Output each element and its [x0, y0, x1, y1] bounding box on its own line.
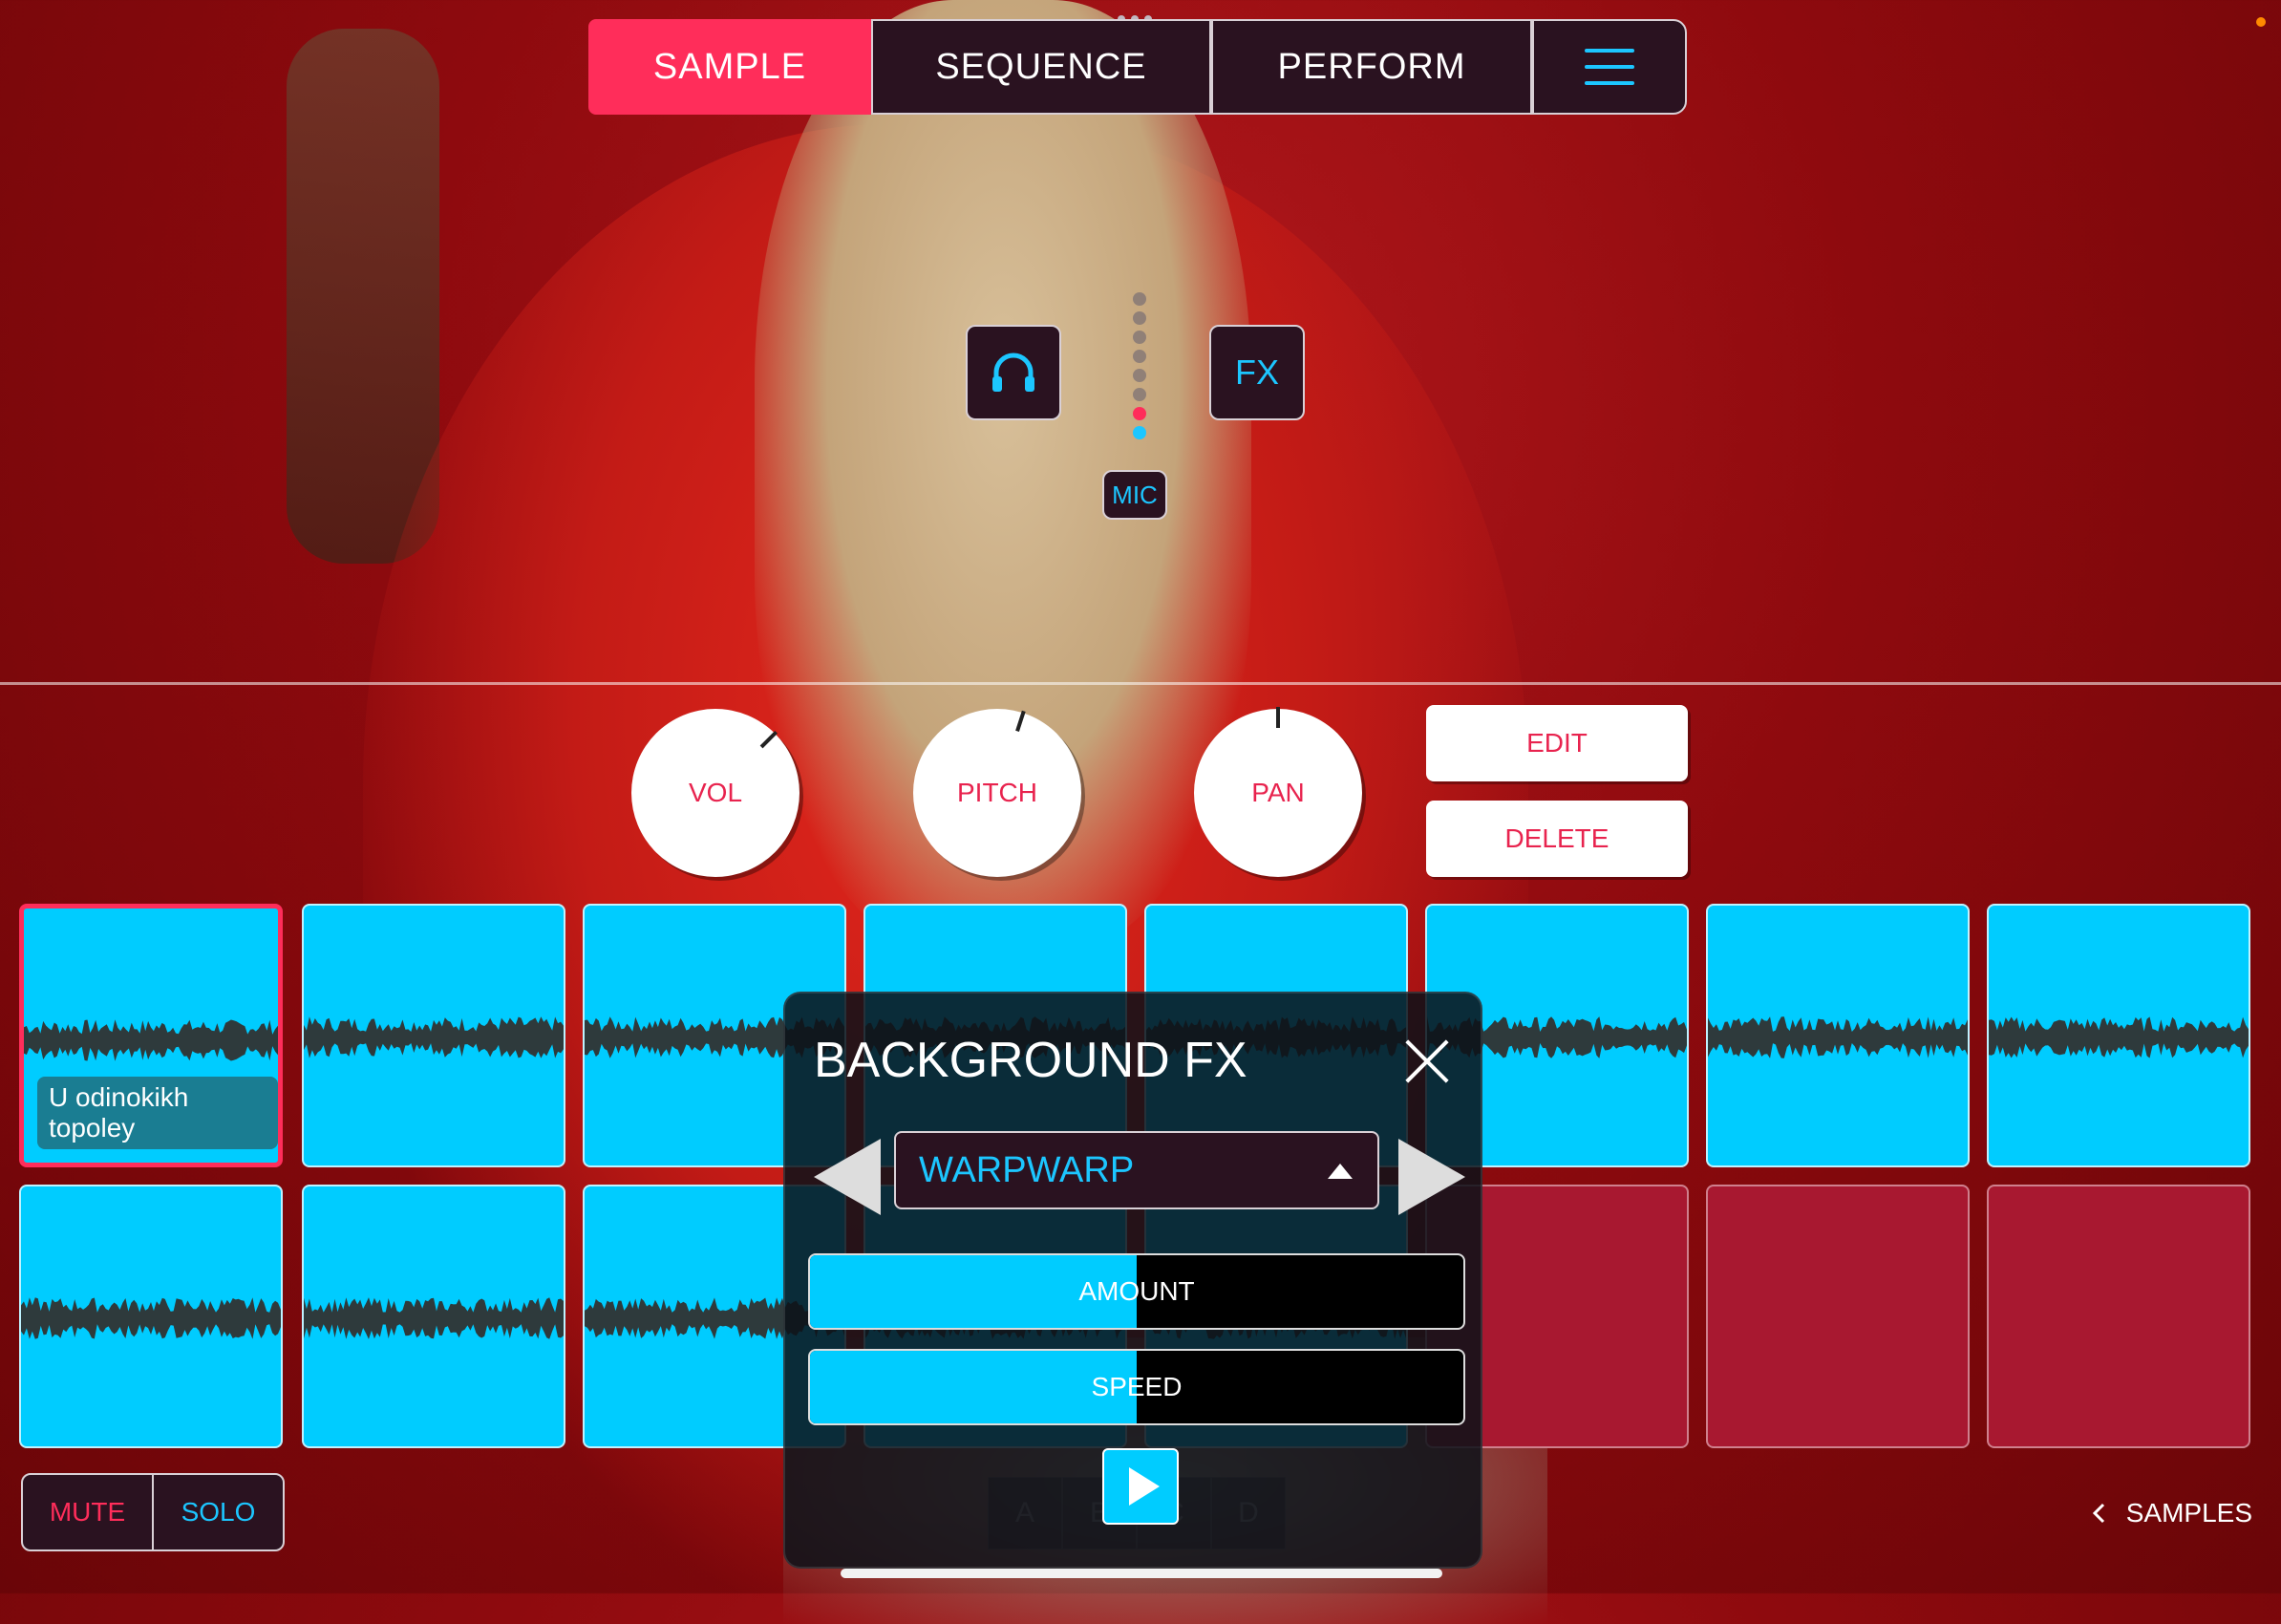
play-button[interactable] [1102, 1448, 1179, 1525]
menu-button[interactable] [1532, 19, 1687, 115]
sample-pad-7[interactable] [1706, 904, 1970, 1167]
pitch-knob[interactable]: PITCH [913, 709, 1081, 877]
sample-pad-10[interactable] [302, 1185, 565, 1448]
waveform [1708, 1016, 1968, 1058]
divider-line [0, 682, 2281, 685]
mute-button[interactable]: MUTE [23, 1475, 154, 1549]
play-icon [1129, 1467, 1160, 1506]
sample-pad-8[interactable] [1987, 904, 2250, 1167]
mic-button[interactable]: MIC [1102, 470, 1167, 520]
empty-pad-16[interactable] [1987, 1185, 2250, 1448]
pad-sample-name: U odinokikh topoley [37, 1077, 278, 1149]
background-fx-modal: BACKGROUND FX WARPWARP AMOUNT SPEED [783, 992, 1482, 1569]
hamburger-menu-icon [1585, 49, 1634, 85]
vol-knob[interactable]: VOL [631, 709, 799, 877]
speed-slider[interactable]: SPEED [808, 1349, 1465, 1425]
effect-name: WARPWARP [919, 1149, 1135, 1190]
top-nav: SAMPLE SEQUENCE PERFORM [588, 19, 1687, 117]
samples-link-label: SAMPLES [2125, 1498, 2252, 1528]
level-meter [1133, 292, 1146, 439]
next-effect-arrow-icon[interactable] [1398, 1139, 1465, 1215]
pitch-label: PITCH [957, 778, 1037, 807]
tab-perform[interactable]: PERFORM [1211, 19, 1532, 115]
status-dot [2256, 17, 2266, 27]
mute-solo-group: MUTE SOLO [21, 1473, 285, 1551]
edit-button[interactable]: EDIT [1426, 705, 1688, 781]
sample-pad-1[interactable]: U odinokikh topoley [19, 904, 283, 1167]
chevron-left-icon [2092, 1503, 2104, 1524]
sample-pad-9[interactable] [19, 1185, 283, 1448]
sample-pad-2[interactable] [302, 904, 565, 1167]
samples-link[interactable]: SAMPLES [2092, 1498, 2252, 1528]
speed-label: SPEED [1091, 1372, 1183, 1401]
previous-effect-arrow-icon[interactable] [814, 1139, 881, 1215]
pan-knob[interactable]: PAN [1194, 707, 1362, 877]
waveform [21, 1297, 281, 1339]
waveform [24, 1019, 278, 1061]
amount-slider[interactable]: AMOUNT [808, 1253, 1465, 1330]
empty-pad-15[interactable] [1706, 1185, 1970, 1448]
effect-dropdown[interactable]: WARPWARP [894, 1131, 1379, 1209]
headphones-icon [992, 353, 1034, 392]
home-indicator[interactable] [841, 1569, 1442, 1578]
vol-label: VOL [688, 778, 743, 807]
waveform [304, 1297, 564, 1339]
waveform [304, 1016, 564, 1058]
pan-label: PAN [1251, 778, 1305, 807]
caret-up-icon [1328, 1164, 1353, 1179]
waveform [1989, 1016, 2249, 1058]
tab-sample[interactable]: SAMPLE [588, 19, 871, 115]
delete-button[interactable]: DELETE [1426, 801, 1688, 877]
close-icon[interactable] [1402, 1037, 1450, 1085]
solo-button[interactable]: SOLO [154, 1475, 283, 1549]
tab-sequence[interactable]: SEQUENCE [871, 19, 1211, 115]
modal-title: BACKGROUND FX [814, 1033, 1247, 1088]
amount-label: AMOUNT [1078, 1276, 1195, 1306]
headphones-button[interactable] [966, 325, 1061, 420]
fx-button[interactable]: FX [1209, 325, 1305, 420]
